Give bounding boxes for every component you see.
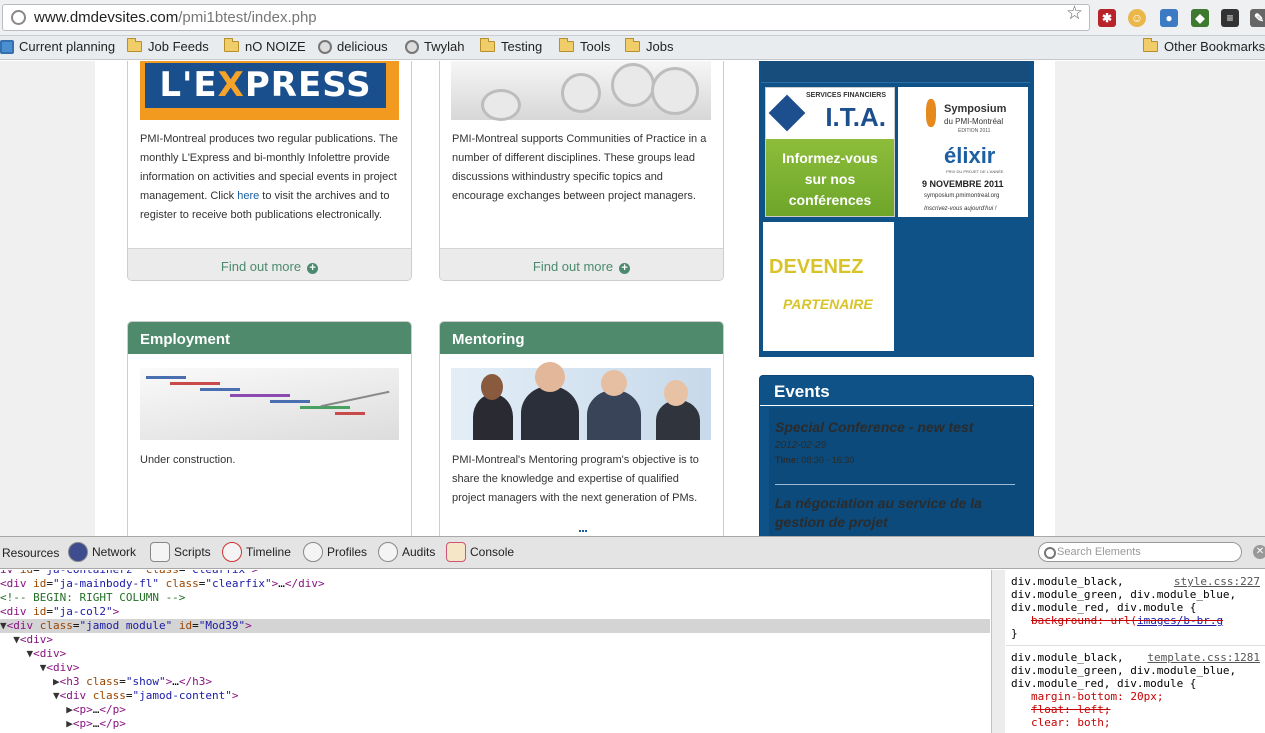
event-item[interactable]: Special Conference - new test 2012-02-29…	[775, 418, 1015, 465]
styles-pane: style.css:227 div.module_black, div.modu…	[1006, 570, 1265, 733]
event-title[interactable]: La négociation au service de la gestion …	[775, 494, 1020, 532]
address-bar[interactable]: www.dmdevsites.com/pmi1btest/index.php	[2, 4, 1090, 31]
communities-find-more-button[interactable]: Find out more +	[440, 248, 723, 280]
folder-icon	[480, 38, 495, 52]
console-icon	[446, 542, 466, 562]
tab-console[interactable]: Console	[446, 542, 514, 562]
tab-resources[interactable]: Resources	[2, 546, 59, 560]
bookmarks-bar: Current planning Job Feeds nO NOIZE deli…	[0, 36, 1265, 60]
globe-icon	[405, 39, 419, 54]
timeline-icon	[222, 542, 242, 562]
evernote-icon[interactable]: ◆	[1191, 9, 1209, 27]
css-rule[interactable]: style.css:227 div.module_black, div.modu…	[1006, 570, 1265, 646]
tab-scripts[interactable]: Scripts	[150, 542, 211, 562]
css-source-link[interactable]: style.css:227	[1174, 575, 1260, 588]
mentoring-people-image	[451, 362, 711, 440]
folder-icon	[625, 38, 640, 52]
folder-icon	[224, 38, 239, 52]
archives-link[interactable]: here	[237, 190, 259, 202]
employment-text: Under construction.	[140, 454, 236, 466]
plus-circle-icon: +	[307, 263, 319, 274]
tab-network[interactable]: Network	[68, 542, 136, 562]
tab-audits[interactable]: Audits	[378, 542, 435, 562]
folder-icon	[559, 38, 574, 52]
event-time: 08:30 - 16:30	[801, 455, 855, 465]
scripts-icon	[150, 542, 170, 562]
extension-face-icon[interactable]: ☺	[1128, 9, 1146, 27]
gantt-chart-image	[140, 368, 399, 440]
event-date: 2012-02-29	[775, 440, 827, 451]
profiles-icon	[303, 542, 323, 562]
extension-asterisk-icon[interactable]: ✱	[1098, 9, 1116, 27]
employment-heading: Employment	[128, 322, 411, 354]
event-time-label: Time:	[775, 455, 799, 465]
folder-icon	[127, 38, 142, 52]
mentoring-heading: Mentoring	[440, 322, 723, 354]
bookmark-jobs[interactable]: Jobs	[625, 38, 673, 54]
bookmark-testing[interactable]: Testing	[480, 38, 542, 54]
wrench-icon[interactable]: ✎	[1250, 9, 1265, 27]
network-icon	[68, 542, 88, 562]
partner-ad[interactable]: DEVENEZ PARTENAIRE	[763, 222, 894, 351]
css-source-link[interactable]: template.css:1281	[1147, 651, 1260, 664]
globe-icon	[318, 39, 332, 54]
publications-find-more-button[interactable]: Find out more +	[128, 248, 411, 280]
plus-circle-icon: +	[619, 263, 631, 274]
symposium-ad[interactable]: Symposium du PMI-Montréal ÉDITION 2011 é…	[898, 87, 1028, 217]
audits-icon	[378, 542, 398, 562]
blueprint-pipes-image	[451, 61, 711, 121]
publications-text: PMI-Montreal produces two regular public…	[140, 133, 398, 221]
events-module: Events Special Conference - new test 201…	[759, 375, 1034, 536]
extension-user-icon[interactable]: ●	[1160, 9, 1178, 27]
bookmark-job-feeds[interactable]: Job Feeds	[127, 38, 209, 54]
tab-profiles[interactable]: Profiles	[303, 542, 367, 562]
elements-scrollbar[interactable]	[991, 570, 1005, 733]
bookmark-star-icon[interactable]: ☆	[1066, 2, 1083, 25]
folder-icon	[1143, 38, 1158, 52]
bookmark-twylah[interactable]: Twylah	[405, 39, 464, 54]
mentoring-text: PMI-Montreal's Mentoring program's objec…	[452, 454, 699, 504]
url-text[interactable]: www.dmdevsites.com/pmi1btest/index.php	[34, 9, 317, 26]
elements-tree[interactable]: iv id="ja-containerz" class="clearfix"> …	[0, 570, 990, 733]
event-item[interactable]: La négociation au service de la gestion …	[775, 494, 1020, 532]
events-list: Special Conference - new test 2012-02-29…	[769, 408, 1033, 536]
globe-icon	[11, 10, 26, 25]
selected-node[interactable]: ▼<div class="jamod module" id="Mod39">	[0, 619, 990, 633]
url-bar: www.dmdevsites.com/pmi1btest/index.php ☆…	[0, 0, 1265, 36]
event-title[interactable]: Special Conference - new test	[775, 418, 1015, 437]
bookmark-tools[interactable]: Tools	[559, 38, 610, 54]
bookmark-current-planning[interactable]: Current planning	[0, 39, 115, 54]
bookmark-no-noize[interactable]: nO NOIZE	[224, 38, 306, 54]
ita-sponsor-ad[interactable]: SERVICES FINANCIERS I.T.A. Informez-vous…	[765, 87, 895, 217]
symposium-figure-icon	[926, 99, 936, 127]
express-logo: L'EXPRESS	[140, 61, 399, 120]
devtools-toolbar: Resources Network Scripts Timeline Profi…	[0, 537, 1265, 569]
tab-timeline[interactable]: Timeline	[222, 542, 291, 562]
bookmark-icon	[0, 39, 14, 54]
css-rule[interactable]: template.css:1281 div.module_black, div.…	[1006, 646, 1265, 733]
bookmark-other[interactable]: Other Bookmarks	[1143, 38, 1265, 54]
buffer-stack-icon[interactable]: ≡	[1221, 9, 1239, 27]
bookmark-delicious[interactable]: delicious	[318, 39, 388, 54]
communities-text: PMI-Montreal supports Communities of Pra…	[452, 133, 707, 202]
devtools-panel: Resources Network Scripts Timeline Profi…	[0, 536, 1265, 733]
events-heading: Events	[760, 376, 1033, 406]
web-page: PMI-Montreal produces two regular public…	[0, 61, 1265, 536]
search-elements-input[interactable]: Search Elements	[1038, 542, 1242, 562]
event-divider	[775, 484, 1015, 485]
close-icon[interactable]: ✕	[1253, 545, 1265, 559]
